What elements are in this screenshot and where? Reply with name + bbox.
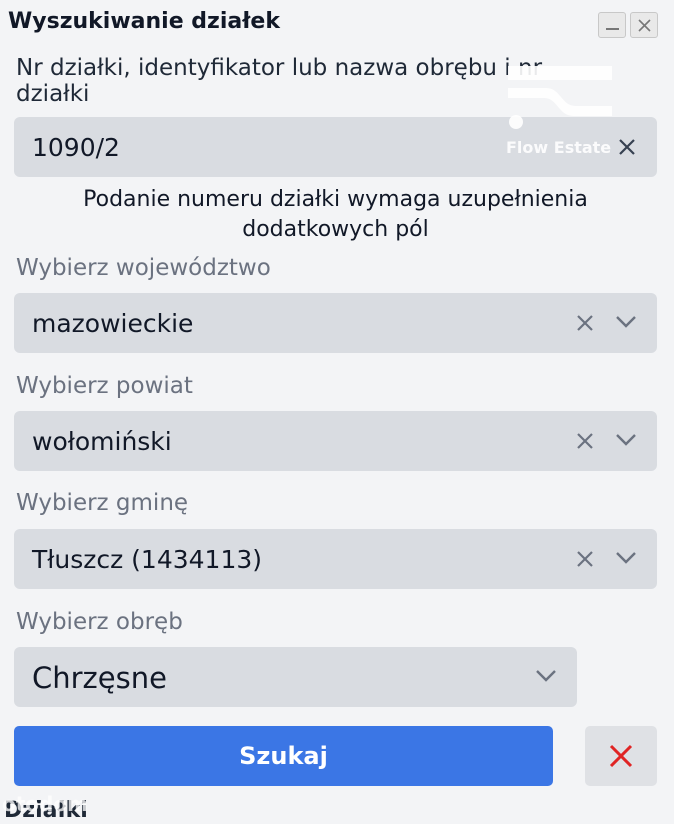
commune-label: Wybierz gminę bbox=[16, 490, 189, 516]
voivodeship-label: Wybierz województwo bbox=[16, 255, 271, 281]
voivodeship-value: mazowieckie bbox=[32, 309, 194, 338]
chevron-down-icon[interactable] bbox=[615, 315, 637, 329]
watermark-brand-text: Flow Estate bbox=[506, 138, 612, 157]
close-window-button[interactable] bbox=[630, 12, 658, 38]
minimize-button[interactable] bbox=[598, 12, 626, 38]
window-title: Wyszukiwanie działek bbox=[8, 9, 280, 34]
precinct-label: Wybierz obręb bbox=[16, 609, 183, 635]
county-select[interactable]: wołomiński bbox=[14, 411, 657, 471]
clear-county-icon[interactable] bbox=[575, 431, 595, 451]
clear-commune-icon[interactable] bbox=[575, 549, 595, 569]
cancel-button[interactable] bbox=[585, 726, 657, 786]
precinct-value: Chrzęsne bbox=[32, 661, 167, 695]
search-button[interactable]: Szukaj bbox=[14, 726, 553, 786]
county-label: Wybierz powiat bbox=[16, 373, 193, 399]
parcel-hint: Podanie numeru działki wymaga uzupełnien… bbox=[83, 187, 588, 242]
chevron-down-icon[interactable] bbox=[615, 551, 637, 565]
commune-select[interactable]: Tłuszcz (1434113) bbox=[14, 529, 657, 589]
chevron-down-icon[interactable] bbox=[535, 669, 557, 683]
county-value: wołomiński bbox=[32, 427, 172, 456]
clear-voivodeship-icon[interactable] bbox=[575, 313, 595, 333]
flow-estate-logo-icon bbox=[508, 66, 612, 129]
parcel-value: 1090/2 bbox=[32, 133, 120, 162]
chevron-down-icon[interactable] bbox=[615, 433, 637, 447]
flow-estate-watermark: Flow Estate bbox=[506, 62, 616, 162]
precinct-select[interactable]: Chrzęsne bbox=[14, 647, 577, 707]
clear-parcel-icon[interactable] bbox=[617, 137, 637, 157]
title-bar: Wyszukiwanie działek bbox=[0, 0, 674, 46]
voivodeship-select[interactable]: mazowieckie bbox=[14, 293, 657, 353]
close-icon bbox=[638, 19, 651, 32]
bottom-watermark-text: otodom bbox=[2, 792, 88, 816]
close-icon bbox=[609, 744, 633, 768]
commune-value: Tłuszcz (1434113) bbox=[32, 545, 263, 574]
